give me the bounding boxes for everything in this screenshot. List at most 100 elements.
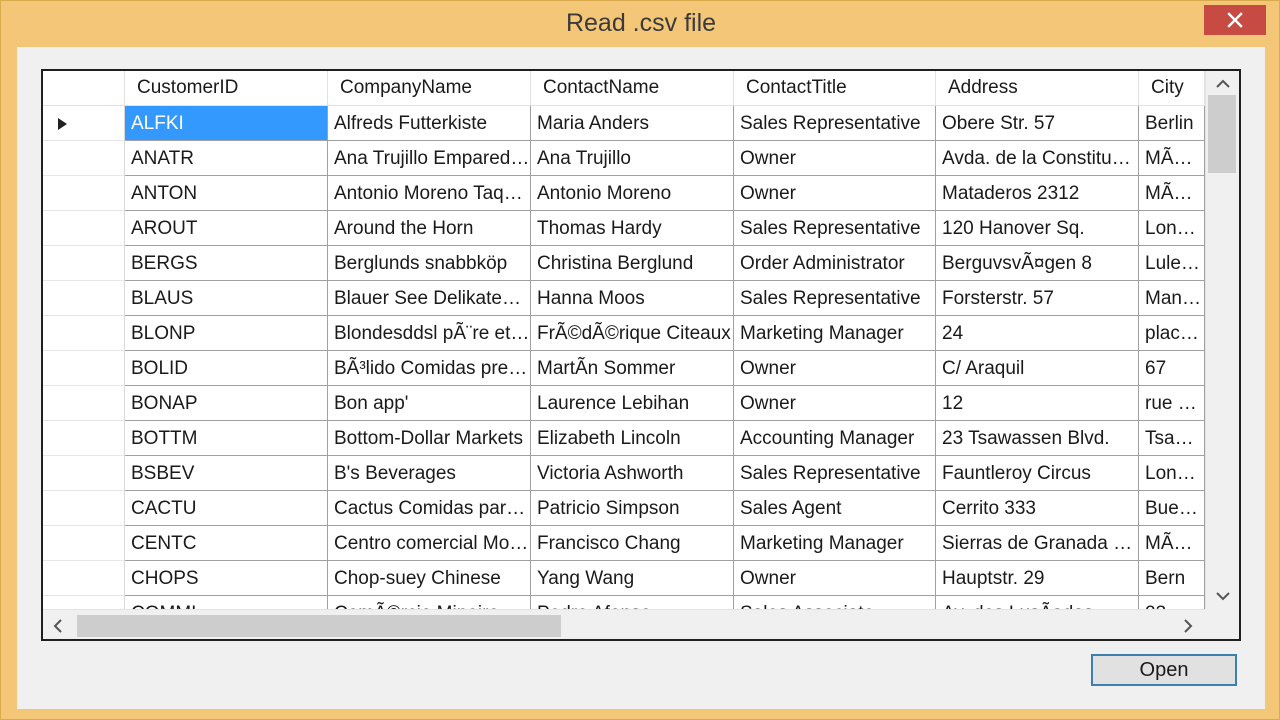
grid-cell[interactable]: CACTU [125,491,328,526]
grid-cell[interactable]: MÃ©xico D.F. [1139,141,1205,176]
grid-cell[interactable]: Francisco Chang [531,526,734,561]
horizontal-scrollbar[interactable] [43,609,1205,639]
table-row[interactable]: ANTON Antonio Moreno Taquería Antonio More… [43,176,1205,211]
grid-cell[interactable]: Forsterstr. 57 [936,281,1139,316]
table-row[interactable]: BLONP Blondesddsl pÃ¨re et fils FrÃ©dÃ©riq… [43,316,1205,351]
grid-cell[interactable]: London [1139,211,1205,246]
grid-cell[interactable]: Marketing Manager [734,316,936,351]
grid-cell[interactable]: Owner [734,561,936,596]
row-header[interactable] [43,526,125,561]
grid-cell[interactable]: Elizabeth Lincoln [531,421,734,456]
row-header[interactable] [43,351,125,386]
grid-cell[interactable]: Sales Representative [734,281,936,316]
grid-cell[interactable]: Patricio Simpson [531,491,734,526]
table-row[interactable]: BSBEV B's Beverages Victoria Ashworth Sales… [43,456,1205,491]
grid-cell[interactable]: Obere Str. 57 [936,106,1139,141]
grid-cell[interactable]: MÃ©xico D.F. [1139,526,1205,561]
grid-cell[interactable]: Cerrito 333 [936,491,1139,526]
grid-cell[interactable]: rue des Bouchers [1139,386,1205,421]
grid-cell[interactable]: BÃ³lido Comidas preparadas [328,351,531,386]
table-row[interactable]: BOTTM Bottom-Dollar Markets Elizabeth Linc… [43,421,1205,456]
table-row[interactable]: ALFKI Alfreds Futterkiste Maria Anders Sale… [43,106,1205,141]
grid-cell[interactable]: Sales Representative [734,211,936,246]
row-header[interactable] [43,211,125,246]
grid-cell[interactable]: Antonio Moreno [531,176,734,211]
grid-cell[interactable]: Avda. de la Constitución 2222 [936,141,1139,176]
grid-cell[interactable]: Buenos Aires [1139,491,1205,526]
vertical-scroll-thumb[interactable] [1208,95,1236,173]
grid-cell[interactable]: 12 [936,386,1139,421]
column-header[interactable]: ContactName [531,71,734,105]
grid-cell[interactable]: Mannheim [1139,281,1205,316]
grid-cell[interactable]: Tsawassen [1139,421,1205,456]
table-row[interactable]: BOLIDBÃ³lido Comidas preparadasMartÃ­n S… [43,351,1205,386]
grid-cell[interactable]: FrÃ©dÃ©rique Citeaux [531,316,734,351]
row-header[interactable] [43,491,125,526]
grid-cell[interactable]: AROUT [125,211,328,246]
column-header[interactable]: City [1139,71,1205,105]
row-header[interactable] [43,246,125,281]
scroll-up-button[interactable] [1214,77,1232,91]
row-header[interactable] [43,106,125,141]
grid-cell[interactable]: BerguvsvÃ¤gen 8 [936,246,1139,281]
table-row[interactable]: CACTUCactus Comidas para llevarPatricio … [43,491,1205,526]
grid-cell[interactable]: Bern [1139,561,1205,596]
row-header[interactable] [43,141,125,176]
column-header[interactable]: ContactTitle [734,71,936,105]
grid-cell[interactable]: Antonio Moreno Taquería [328,176,531,211]
grid-cell[interactable]: Thomas Hardy [531,211,734,246]
grid-cell[interactable]: Cactus Comidas para llevar [328,491,531,526]
grid-cell[interactable]: Alfreds Futterkiste [328,106,531,141]
grid-cell[interactable]: ANTON [125,176,328,211]
vertical-scrollbar[interactable] [1205,71,1239,609]
row-header[interactable] [43,386,125,421]
grid-cell[interactable]: ComÃ©rcio Mineiro [328,596,531,609]
grid-cell[interactable]: Owner [734,141,936,176]
grid-cell[interactable]: Owner [734,176,936,211]
grid-cell[interactable]: COMMI [125,596,328,609]
grid-cell[interactable]: BOLID [125,351,328,386]
row-header[interactable] [43,596,125,609]
grid-cell[interactable]: Sierras de Granada 9993 [936,526,1139,561]
row-header[interactable] [43,561,125,596]
grid-cell[interactable]: Hauptstr. 29 [936,561,1139,596]
grid-cell[interactable]: Berglunds snabbköp [328,246,531,281]
grid-cell[interactable]: Blauer See Delikatessen [328,281,531,316]
table-row[interactable]: BLAUS Blauer See Delikatessen Hanna Moos Sa… [43,281,1205,316]
row-header[interactable] [43,281,125,316]
table-row[interactable]: ANATRAna Trujillo Emparedados y heladosA… [43,141,1205,176]
grid-cell[interactable]: Order Administrator [734,246,936,281]
table-row[interactable]: COMMIComÃ©rcio MineiroPedro AfonsoSales … [43,596,1205,609]
table-row[interactable]: AROUT Around the Horn Thomas Hardy Sales Re… [43,211,1205,246]
grid-cell[interactable]: BERGS [125,246,328,281]
scroll-left-button[interactable] [51,618,65,634]
grid-cell[interactable]: 120 Hanover Sq. [936,211,1139,246]
title-bar[interactable]: Read .csv file [1,1,1280,47]
column-header[interactable]: CompanyName [328,71,531,105]
grid-cell[interactable]: Centro comercial Moctezuma [328,526,531,561]
grid-cell[interactable]: Victoria Ashworth [531,456,734,491]
grid-cell[interactable]: Yang Wang [531,561,734,596]
column-header[interactable]: CustomerID [125,71,328,105]
grid-cell[interactable]: 23 [1139,596,1205,609]
close-button[interactable] [1204,5,1266,35]
grid-cell[interactable]: Bon app' [328,386,531,421]
table-row[interactable]: CHOPS Chop-suey Chinese Yang Wang Owner Haup… [43,561,1205,596]
grid-cell[interactable]: Fauntleroy Circus [936,456,1139,491]
grid-cell[interactable]: Berlin [1139,106,1205,141]
grid-cell[interactable]: London [1139,456,1205,491]
scroll-down-button[interactable] [1214,589,1232,603]
grid-cell[interactable]: LuleÃ¥ [1139,246,1205,281]
grid-cell[interactable]: BLAUS [125,281,328,316]
grid-cell[interactable]: Mataderos 2312 [936,176,1139,211]
grid-cell[interactable]: Hanna Moos [531,281,734,316]
grid-cell[interactable]: Bottom-Dollar Markets [328,421,531,456]
grid-cell[interactable]: Accounting Manager [734,421,936,456]
grid-cell[interactable]: BLONP [125,316,328,351]
grid-cell[interactable]: Sales Agent [734,491,936,526]
table-row[interactable]: BONAP Bon app' Laurence Lebihan Owner 12 rue … [43,386,1205,421]
grid-cell[interactable]: CHOPS [125,561,328,596]
open-button[interactable]: Open [1091,654,1237,686]
grid-cell[interactable]: BOTTM [125,421,328,456]
grid-cell[interactable]: Av. dos LusÃ­adas [936,596,1139,609]
